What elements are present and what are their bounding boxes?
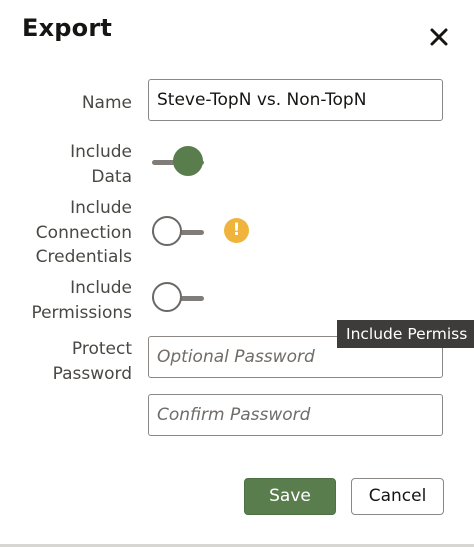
toggle-knob	[152, 282, 182, 312]
export-dialog: Export Name Include Data Include Connect…	[0, 0, 474, 547]
name-input[interactable]	[148, 79, 443, 121]
save-button[interactable]: Save	[244, 478, 336, 515]
warning-icon[interactable]: !	[224, 218, 249, 243]
include-data-toggle[interactable]	[152, 146, 206, 180]
dialog-title: Export	[22, 14, 113, 42]
cancel-button[interactable]: Cancel	[351, 478, 444, 515]
toggle-knob	[173, 146, 203, 176]
toggle-knob	[152, 216, 182, 246]
include-permissions-toggle[interactable]	[152, 282, 206, 316]
include-data-label: Include Data	[70, 142, 132, 187]
close-button[interactable]	[426, 24, 452, 50]
confirm-password-input[interactable]	[148, 394, 443, 436]
permissions-tooltip: Include Permiss	[337, 320, 474, 348]
include-credentials-label: Include Connection Credentials	[35, 198, 132, 267]
close-icon	[430, 28, 448, 46]
name-label: Name	[81, 93, 132, 113]
include-permissions-label: Include Permissions	[31, 278, 132, 323]
protect-password-label: Protect Password	[52, 339, 132, 384]
include-credentials-toggle[interactable]	[152, 216, 206, 250]
